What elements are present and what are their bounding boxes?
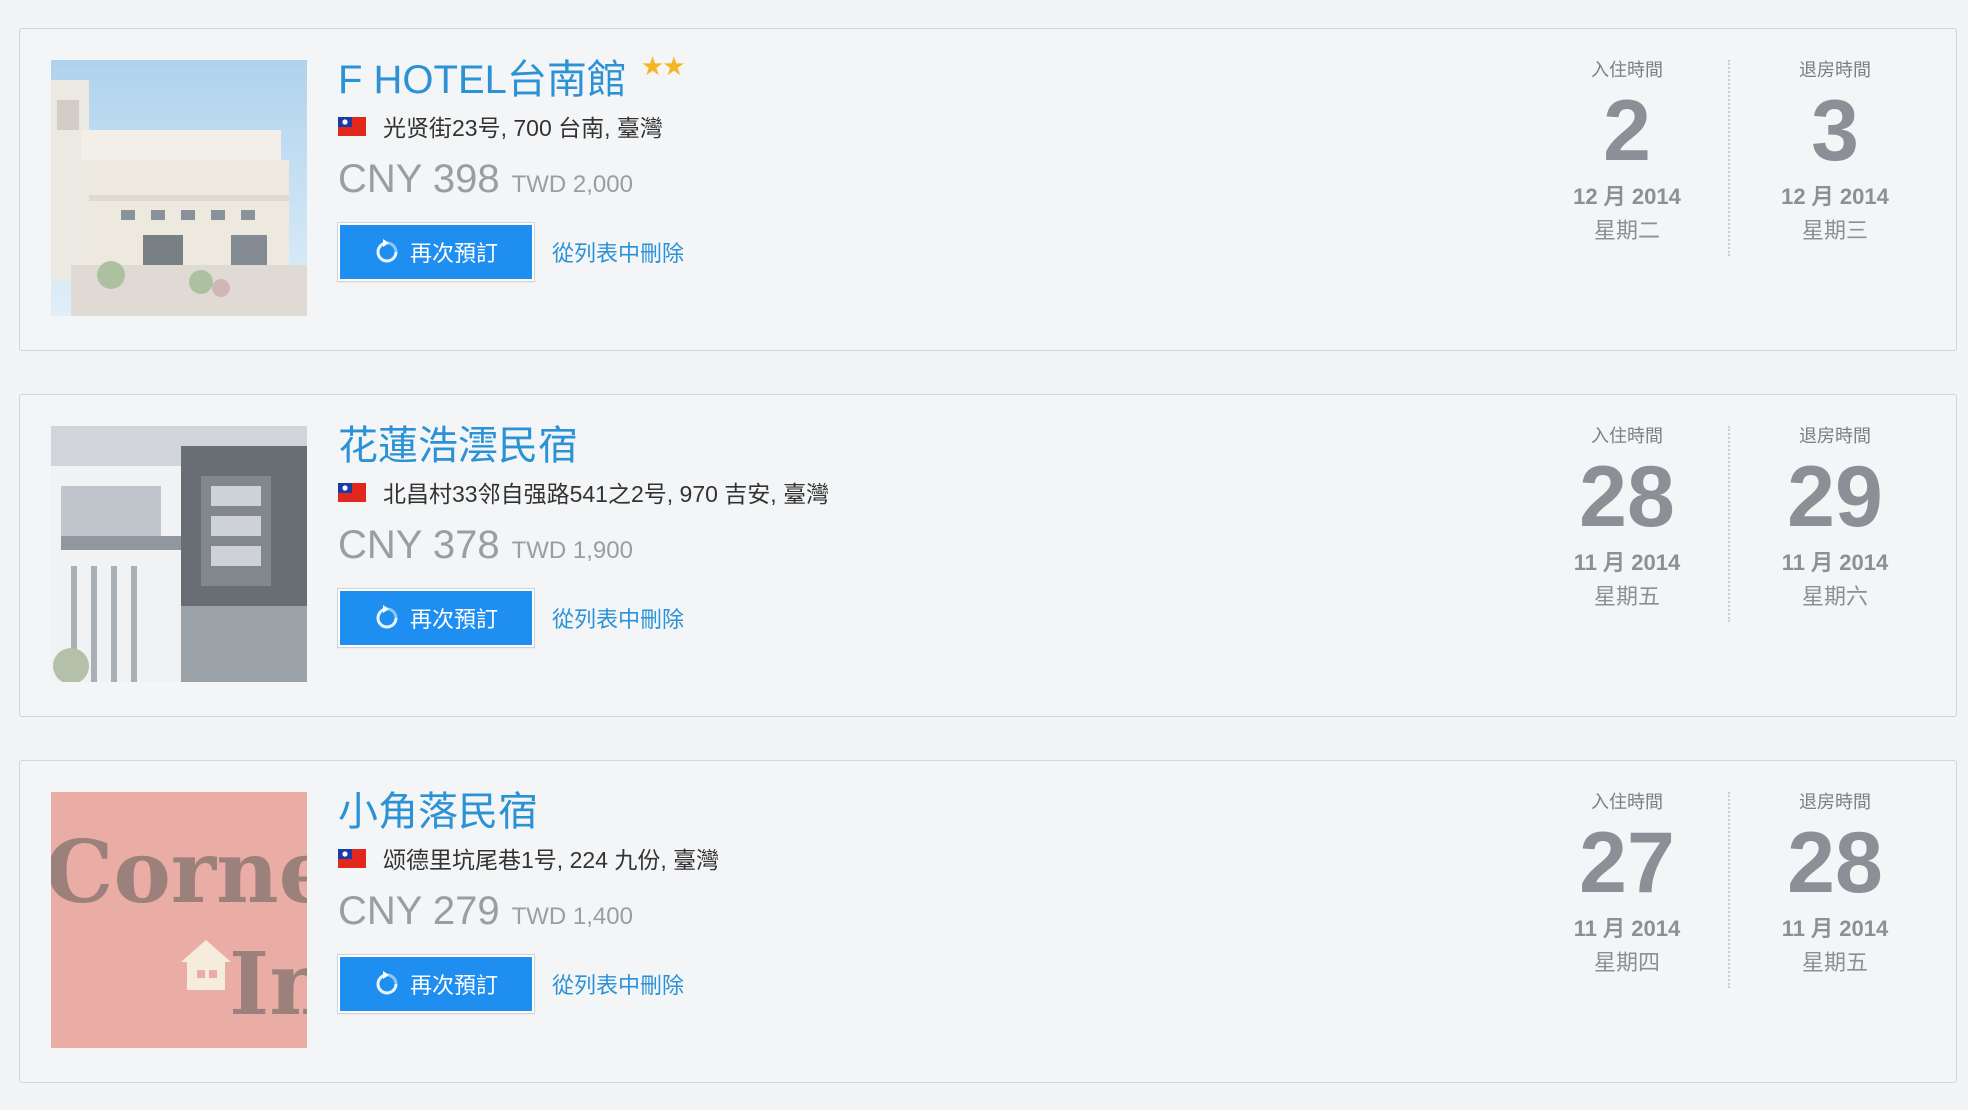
- hotel-address: 颂德里坑尾巷1号, 224 九份, 臺灣: [383, 847, 720, 873]
- price: CNY 378 TWD 1,900: [338, 523, 1438, 569]
- checkout-label: 退房時間: [1799, 426, 1871, 446]
- booking-card: F HOTEL台南館 ★★ 光贤街23号, 700 台南, 臺灣 CNY 398…: [19, 28, 1957, 351]
- price-local: TWD 1,400: [511, 903, 633, 930]
- checkin-day: 27: [1579, 815, 1675, 911]
- remove-from-list-link[interactable]: 從列表中刪除: [552, 602, 684, 634]
- checkout-month: 11 月 2014: [1781, 916, 1889, 941]
- refresh-icon: [376, 605, 398, 629]
- checkin-month: 11 月 2014: [1573, 916, 1681, 941]
- hotel-thumbnail[interactable]: Corner In: [51, 792, 307, 1048]
- checkout-label: 退房時間: [1799, 792, 1871, 812]
- date-divider: [1728, 426, 1730, 622]
- checkout-weekday: 星期五: [1801, 950, 1868, 975]
- remove-from-list-link[interactable]: 從列表中刪除: [552, 236, 684, 268]
- hotel-building-photo-icon: [51, 60, 307, 316]
- date-divider: [1728, 792, 1730, 988]
- checkout-weekday: 星期三: [1801, 218, 1868, 243]
- star-rating-icon: ★★: [640, 51, 686, 81]
- rebook-button-label: 再次預訂: [409, 607, 498, 632]
- checkin-label: 入住時間: [1591, 60, 1663, 80]
- taiwan-flag-icon: [338, 116, 366, 136]
- checkin-weekday: 星期四: [1593, 950, 1660, 975]
- price-main: CNY 378: [338, 523, 500, 567]
- taiwan-flag-icon: [338, 848, 366, 868]
- hotel-address: 光贤街23号, 700 台南, 臺灣: [383, 115, 663, 141]
- checkin-day: 28: [1579, 449, 1675, 545]
- checkin-label: 入住時間: [1591, 426, 1663, 446]
- checkout-month: 12 月 2014: [1781, 184, 1889, 209]
- remove-from-list-link[interactable]: 從列表中刪除: [552, 968, 684, 1000]
- price: CNY 279 TWD 1,400: [338, 889, 1438, 935]
- rebook-button-label: 再次預訂: [409, 241, 498, 266]
- checkin-date: 入住時間 28 11 月 2014 星期五: [1523, 395, 1731, 610]
- booking-card: Corner In 小角落民宿 颂德里坑尾巷1号, 224 九份,: [19, 760, 1957, 1083]
- checkin-weekday: 星期二: [1593, 218, 1660, 243]
- booking-info: 花蓮浩澐民宿 北昌村33邻自强路541之2号, 970 吉安, 臺灣 CNY 3…: [338, 421, 1438, 647]
- price-local: TWD 1,900: [511, 537, 633, 564]
- price-local: TWD 2,000: [511, 171, 633, 198]
- rebook-button[interactable]: 再次預訂: [338, 589, 534, 647]
- date-divider: [1728, 60, 1730, 256]
- checkout-day: 28: [1787, 815, 1883, 911]
- taiwan-flag-icon: [338, 482, 366, 502]
- price-main: CNY 398: [338, 157, 500, 201]
- booking-info: 小角落民宿 颂德里坑尾巷1号, 224 九份, 臺灣 CNY 279 TWD 1…: [338, 787, 1438, 1013]
- checkout-label: 退房時間: [1799, 60, 1871, 80]
- checkin-date: 入住時間 2 12 月 2014 星期二: [1523, 29, 1731, 244]
- checkout-date: 退房時間 3 12 月 2014 星期三: [1731, 29, 1939, 244]
- checkout-date: 退房時間 28 11 月 2014 星期五: [1731, 761, 1939, 976]
- checkin-weekday: 星期五: [1593, 584, 1660, 609]
- checkin-month: 12 月 2014: [1573, 184, 1681, 209]
- checkout-day: 29: [1787, 449, 1883, 545]
- booking-list: F HOTEL台南館 ★★ 光贤街23号, 700 台南, 臺灣 CNY 398…: [0, 0, 1968, 1110]
- hotel-address: 北昌村33邻自强路541之2号, 970 吉安, 臺灣: [383, 481, 830, 507]
- checkin-label: 入住時間: [1591, 792, 1663, 812]
- rebook-button[interactable]: 再次預訂: [338, 955, 534, 1013]
- hotel-name-link[interactable]: 花蓮浩澐民宿: [338, 421, 578, 471]
- corner-inn-sign-photo-icon: Corner In: [51, 792, 307, 1048]
- refresh-icon: [376, 971, 398, 995]
- checkout-weekday: 星期六: [1801, 584, 1868, 609]
- refresh-icon: [376, 239, 398, 263]
- checkout-month: 11 月 2014: [1781, 550, 1889, 575]
- hotel-thumbnail[interactable]: [51, 426, 307, 682]
- checkout-day: 3: [1811, 83, 1859, 179]
- rebook-button[interactable]: 再次預訂: [338, 223, 534, 281]
- price-main: CNY 279: [338, 889, 500, 933]
- checkin-date: 入住時間 27 11 月 2014 星期四: [1523, 761, 1731, 976]
- checkin-day: 2: [1603, 83, 1651, 179]
- booking-info: F HOTEL台南館 ★★ 光贤街23号, 700 台南, 臺灣 CNY 398…: [338, 51, 1438, 281]
- checkout-date: 退房時間 29 11 月 2014 星期六: [1731, 395, 1939, 610]
- hotel-name-link[interactable]: F HOTEL台南館: [338, 55, 627, 105]
- booking-card: 花蓮浩澐民宿 北昌村33邻自强路541之2号, 970 吉安, 臺灣 CNY 3…: [19, 394, 1957, 717]
- hotel-name-link[interactable]: 小角落民宿: [338, 787, 538, 837]
- checkin-month: 11 月 2014: [1573, 550, 1681, 575]
- guesthouse-building-photo-icon: [51, 426, 307, 682]
- hotel-thumbnail[interactable]: [51, 60, 307, 316]
- price: CNY 398 TWD 2,000: [338, 157, 1438, 203]
- rebook-button-label: 再次預訂: [409, 973, 498, 998]
